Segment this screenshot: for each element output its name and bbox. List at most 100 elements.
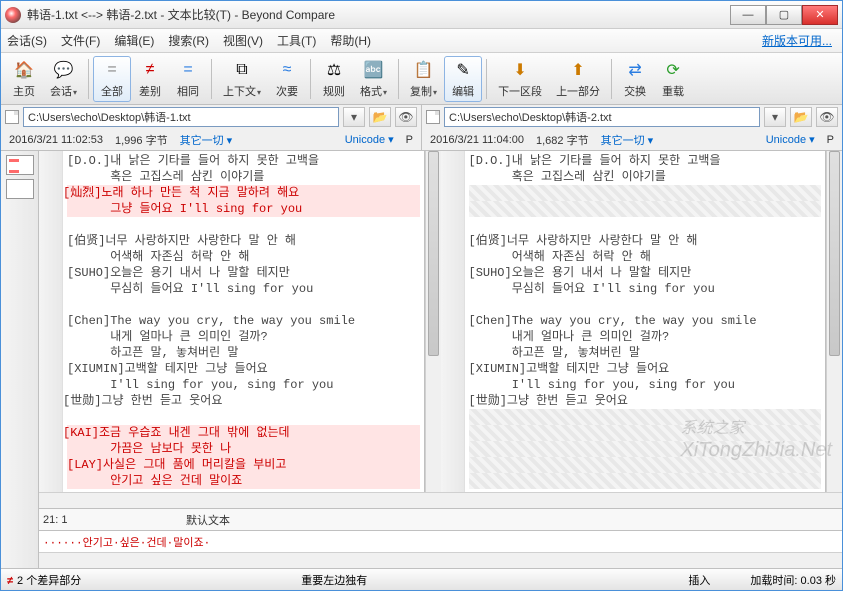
text-line[interactable]: 내게 얼마나 큰 의미인 걸까? [469,329,822,345]
equals-icon: = [101,59,123,81]
swap-button[interactable]: ⇄交换 [616,56,654,102]
maximize-button[interactable]: ▢ [766,5,802,25]
session-button[interactable]: 💬会话▾ [43,56,84,102]
thumbnail[interactable] [6,155,34,175]
text-line[interactable]: 안기고 싶은 건데 말이죠 [67,473,420,489]
status-important: 重要左边独有 [301,572,367,588]
text-line[interactable] [469,425,822,441]
text-line[interactable]: 혹은 고집스레 삼킨 이야기를 [469,169,822,185]
close-button[interactable]: ✕ [802,5,838,25]
browse-button[interactable]: 📂 [790,107,812,127]
all-button[interactable]: =全部 [93,56,131,102]
text-line[interactable] [469,217,822,233]
text-line[interactable]: 혹은 고집스레 삼킨 이야기를 [67,169,420,185]
context-button[interactable]: ⧉上下文▾ [216,56,268,102]
app-window: 韩语-1.txt <--> 韩语-2.txt - 文本比较(T) - Beyon… [0,0,843,591]
menu-help[interactable]: 帮助(H) [330,32,371,49]
minimize-button[interactable]: — [730,5,766,25]
text-line[interactable]: [LAY]사실은 그대 품에 머리칼을 부비고 [67,457,420,473]
menu-edit[interactable]: 编辑(E) [114,32,154,49]
menu-view[interactable]: 视图(V) [223,32,263,49]
menu-tools[interactable]: 工具(T) [277,32,316,49]
scrollbar-horizontal[interactable] [39,552,842,568]
text-line[interactable]: [Chen]The way you cry, the way you smile [67,313,420,329]
text-line[interactable] [469,473,822,489]
text-line[interactable]: [Chen]The way you cry, the way you smile [469,313,822,329]
copy-button[interactable]: 📋复制▾ [403,56,444,102]
text-line[interactable]: 그냥 들어요 I'll sing for you [67,201,420,217]
left-other-dropdown[interactable]: 其它一切 ▾ [180,132,233,148]
text-line[interactable]: [D.O.]내 낡은 기타를 들어 하지 못한 고백을 [67,153,420,169]
text-line[interactable]: [D.O.]내 낡은 기타를 들어 하지 못한 고백을 [469,153,822,169]
text-line[interactable]: 무심히 들어요 I'll sing for you [67,281,420,297]
chevron-down-icon: ▾ [73,88,77,97]
text-line[interactable]: 가끔은 남보다 못한 나 [67,441,420,457]
text-line[interactable]: [伯贤]너무 사랑하지만 사랑한다 말 안 해 [469,233,822,249]
diff-button[interactable]: ≠差别 [131,56,169,102]
right-date: 2016/3/21 11:04:00 [430,134,524,146]
text-line[interactable]: [SUHO]오늘은 용기 내서 나 말할 테지만 [67,265,420,281]
menubar: 会话(S) 文件(F) 编辑(E) 搜索(R) 视图(V) 工具(T) 帮助(H… [1,29,842,53]
text-line[interactable]: [XIUMIN]고백할 테지만 그냥 들어요 [469,361,822,377]
notequal-icon: ≠ [139,59,161,81]
nextsect-button[interactable]: ⬇下一区段 [491,56,549,102]
text-line[interactable] [469,201,822,217]
reload-button[interactable]: ⟳重载 [654,56,692,102]
right-path-input[interactable] [444,107,760,127]
text-line[interactable]: ⇨[世勋]그냥 한번 듣고 웃어요 [67,393,420,409]
menu-search[interactable]: 搜索(R) [168,32,209,49]
view-button[interactable]: 👁 [395,107,417,127]
dropdown-button[interactable]: ▾ [764,107,786,127]
text-line[interactable] [469,297,822,313]
view-button[interactable]: 👁 [816,107,838,127]
right-other-dropdown[interactable]: 其它一切 ▾ [601,132,654,148]
text-line[interactable]: ⇨[灿烈]노래 하나 만든 척 지금 말하려 해요 [67,185,420,201]
text-line[interactable]: 내게 얼마나 큰 의미인 걸까? [67,329,420,345]
menu-file[interactable]: 文件(F) [61,32,100,49]
text-line[interactable]: [XIUMIN]고백할 테지만 그냥 들어요 [67,361,420,377]
text-line[interactable]: [世勋]그냥 한번 듣고 웃어요 [469,393,822,409]
pathbar: ▾ 📂 👁 ▾ 📂 👁 [1,105,842,129]
home-button[interactable]: 🏠主页 [5,56,43,102]
text-line[interactable]: I'll sing for you, sing for you [67,377,420,393]
new-version-link[interactable]: 新版本可用... [762,32,832,49]
edit-line-text[interactable]: ······안기고·싶은·건데·말이죠· [43,534,838,550]
text-line[interactable] [469,409,822,425]
edit-button[interactable]: ✎编辑 [444,56,482,102]
text-line[interactable]: I'll sing for you, sing for you [469,377,822,393]
text-line[interactable]: 어색해 자존심 허락 안 해 [67,249,420,265]
scrollbar-horizontal[interactable] [39,492,842,508]
text-line[interactable] [67,217,420,233]
text-line[interactable]: [伯贤]너무 사랑하지만 사랑한다 말 안 해 [67,233,420,249]
text-line[interactable]: [SUHO]오늘은 용기 내서 나 말할 테지만 [469,265,822,281]
right-encoding-dropdown[interactable]: Unicode ▾ [766,133,815,146]
minor-button[interactable]: ≈次要 [268,56,306,102]
scrollbar-vertical[interactable] [425,151,441,492]
window-title: 韩语-1.txt <--> 韩语-2.txt - 文本比较(T) - Beyon… [27,6,730,23]
text-line[interactable] [67,409,420,425]
text-line[interactable] [469,457,822,473]
text-line[interactable]: 하고픈 말, 놓쳐버린 말 [67,345,420,361]
menu-session[interactable]: 会话(S) [7,32,47,49]
right-text[interactable]: [D.O.]내 낡은 기타를 들어 하지 못한 고백을 혹은 고집스레 삼킨 이… [465,151,826,492]
separator [310,59,311,99]
text-line[interactable] [67,297,420,313]
browse-button[interactable]: 📂 [369,107,391,127]
edit-row: 21: 1 默认文本 [39,508,842,530]
format-button[interactable]: 🔤格式▾ [353,56,394,102]
text-line[interactable]: 하고픈 말, 놓쳐버린 말 [469,345,822,361]
text-line[interactable]: 어색해 자존심 허락 안 해 [469,249,822,265]
thumbnail[interactable] [6,179,34,199]
text-line[interactable]: ⇨[KAI]조금 우습죠 내겐 그대 밖에 없는데 [67,425,420,441]
left-text[interactable]: [D.O.]내 낡은 기타를 들어 하지 못한 고백을 혹은 고집스레 삼킨 이… [63,151,424,492]
left-encoding-dropdown[interactable]: Unicode ▾ [345,133,394,146]
dropdown-button[interactable]: ▾ [343,107,365,127]
scrollbar-vertical[interactable] [826,151,842,492]
text-line[interactable] [469,185,822,201]
same-button[interactable]: =相同 [169,56,207,102]
text-line[interactable]: 무심히 들어요 I'll sing for you [469,281,822,297]
rules-button[interactable]: ⚖规则 [315,56,353,102]
left-path-input[interactable] [23,107,339,127]
prevpart-button[interactable]: ⬆上一部分 [549,56,607,102]
text-line[interactable] [469,441,822,457]
